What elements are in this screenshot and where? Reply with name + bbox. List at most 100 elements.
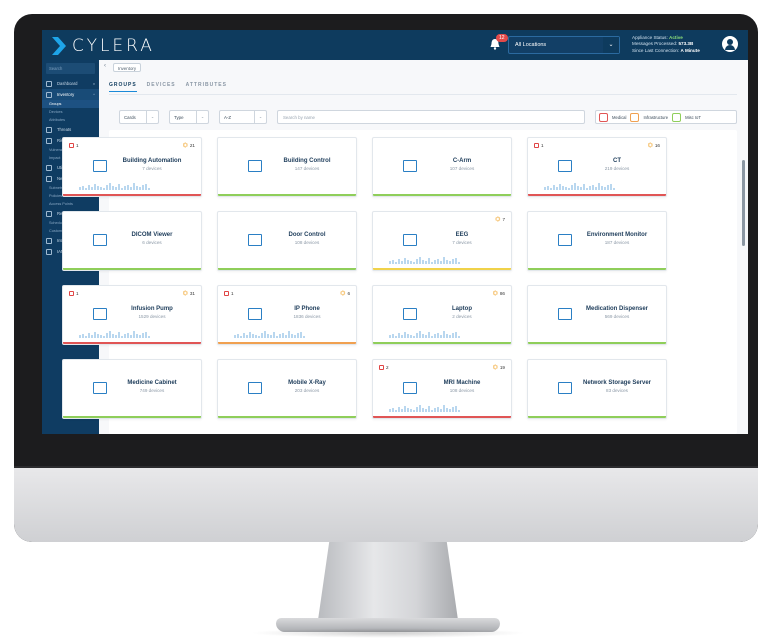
legend-medical[interactable]: Medical <box>612 115 626 120</box>
search-input[interactable]: Search by name <box>277 110 585 124</box>
sparkline-bar <box>443 405 445 412</box>
app-screen: CYLERA 12 All Locations ⌄ Appliance Stat… <box>42 30 748 434</box>
sparkline-bar <box>142 185 144 190</box>
device-category-icon <box>248 234 262 246</box>
sparkline-bar <box>79 335 81 338</box>
legend-misc-iot[interactable]: Misc IoT <box>685 115 701 120</box>
logo[interactable]: CYLERA <box>52 36 155 56</box>
sparkline-bar <box>103 336 105 338</box>
notification-count-badge: 12 <box>496 34 508 42</box>
sidebar-subitem-devices[interactable]: Devices <box>42 108 99 116</box>
sparkline-bar <box>130 335 132 338</box>
sparkline-bar <box>401 335 403 338</box>
lock-alert-icon <box>224 291 229 296</box>
sidebar-subitem-groups[interactable]: Groups <box>42 100 99 108</box>
sparkline-bar <box>136 334 138 338</box>
type-select[interactable]: Type ⌄ <box>169 110 209 124</box>
status-stripe <box>373 267 511 270</box>
card-device-count: 1836 devices <box>293 314 321 319</box>
sparkline-bar <box>422 408 424 412</box>
group-card[interactable]: Network Storage Server 83 devices <box>527 359 667 419</box>
card-title: DICOM Viewer <box>131 232 173 238</box>
stand-shadow <box>250 628 526 638</box>
group-card[interactable]: Building Control 147 devices <box>217 137 357 197</box>
group-card[interactable]: ⏣ 86 Laptop 2 devices <box>372 285 512 345</box>
warning-count: ⏣ 19 <box>493 364 505 371</box>
sparkline-bar <box>589 186 591 190</box>
sparkline-bar <box>607 185 609 190</box>
card-device-count: 569 devices <box>604 314 630 319</box>
group-card[interactable]: 1 ⏣ 21 Building Automation 7 devices <box>62 137 202 197</box>
tab-devices[interactable]: DEVICES <box>147 82 176 92</box>
group-card[interactable]: Door Control 108 devices <box>217 211 357 271</box>
sparkline-bar <box>273 332 275 338</box>
status-stripe <box>63 415 201 418</box>
sparkline-bar <box>449 261 451 264</box>
sidebar-subitem-access-points[interactable]: Access Points <box>42 200 99 208</box>
legend-infrastructure[interactable]: Infrastructure <box>643 115 668 120</box>
breadcrumb[interactable]: Inventory <box>113 63 142 72</box>
back-chevron-icon[interactable]: ‹ <box>104 63 106 69</box>
alert-count: 1 <box>224 291 234 296</box>
sidebar-search-input[interactable]: Search <box>46 63 95 74</box>
warning-count-value: 16 <box>654 143 660 148</box>
warning-count: ⏣ 7 <box>495 216 505 223</box>
sparkline-bar <box>592 185 594 190</box>
status-stripe <box>373 341 511 344</box>
group-card[interactable]: 2 ⏣ 19 MRI Machine 108 devices <box>372 359 512 419</box>
card-device-count: 6 devices <box>142 240 162 245</box>
group-card[interactable]: DICOM Viewer 6 devices <box>62 211 202 271</box>
group-card[interactable]: 1 ⏣ 16 CT 219 devices <box>527 137 667 197</box>
group-card[interactable]: ⏣ 7 EEG 7 devices <box>372 211 512 271</box>
dashboard-icon <box>46 80 52 87</box>
sparkline-bar <box>252 334 254 338</box>
status-stripe <box>63 193 201 196</box>
sparkline-bar <box>246 335 248 338</box>
sidebar-item-dashboard[interactable]: Dashboard v <box>42 78 99 89</box>
sparkline-bar <box>407 260 409 264</box>
group-card[interactable]: 1 ⏣ 31 Infusion Pump 1529 devices <box>62 285 202 345</box>
tab-groups[interactable]: GROUPS <box>109 82 137 92</box>
device-category-icon <box>558 308 572 320</box>
activity-sparkline <box>79 331 150 338</box>
tab-attributes[interactable]: ATTRIBUTES <box>186 82 227 92</box>
group-card[interactable]: 1 ⏣ 6 IP Phone 1836 devices <box>217 285 357 345</box>
group-card[interactable]: Medication Dispenser 569 devices <box>527 285 667 345</box>
card-device-count: 203 devices <box>294 388 320 393</box>
group-card[interactable]: Mobile X-Ray 203 devices <box>217 359 357 419</box>
sidebar-subitem-attributes[interactable]: Attributes <box>42 116 99 124</box>
sparkline-bar <box>407 334 409 338</box>
warning-icon: ⏣ <box>340 291 346 297</box>
card-device-count: 83 devices <box>606 388 628 393</box>
sparkline-bar <box>401 261 403 264</box>
sidebar-item-inventory[interactable]: Inventory ^ <box>42 89 99 100</box>
device-category-icon <box>93 308 107 320</box>
sparkline-bar <box>85 188 87 190</box>
sidebar-item-threats[interactable]: Threats <box>42 124 99 135</box>
sort-select[interactable]: A-Z ⌄ <box>219 110 267 124</box>
sparkline-bar <box>264 331 266 338</box>
location-select[interactable]: All Locations ⌄ <box>508 36 620 54</box>
sparkline-bar <box>112 334 114 338</box>
sparkline-bar <box>598 183 600 190</box>
sparkline-bar <box>434 408 436 412</box>
user-avatar-icon[interactable] <box>722 36 738 52</box>
group-card[interactable]: Medicine Cabinet 749 devices <box>62 359 202 419</box>
sparkline-bar <box>115 335 117 338</box>
sort-select-value: A-Z <box>224 115 232 120</box>
sparkline-bar <box>428 332 430 338</box>
sparkline-bar <box>389 409 391 412</box>
sparkline-bar <box>443 331 445 338</box>
sparkline-bar <box>100 335 102 338</box>
group-card[interactable]: C-Arm 107 devices <box>372 137 512 197</box>
card-title: Medication Dispenser <box>585 306 648 312</box>
sparkline-bar <box>437 259 439 264</box>
scrollbar[interactable] <box>742 160 745 246</box>
sidebar-item-label: Inventory <box>57 92 75 97</box>
lock-alert-icon <box>69 143 74 148</box>
group-card[interactable]: Environment Monitor 187 devices <box>527 211 667 271</box>
sparkline-bar <box>443 257 445 264</box>
view-select[interactable]: Cards ⌄ <box>119 110 159 124</box>
status-stripe <box>218 341 356 344</box>
sparkline-bar <box>130 187 132 190</box>
